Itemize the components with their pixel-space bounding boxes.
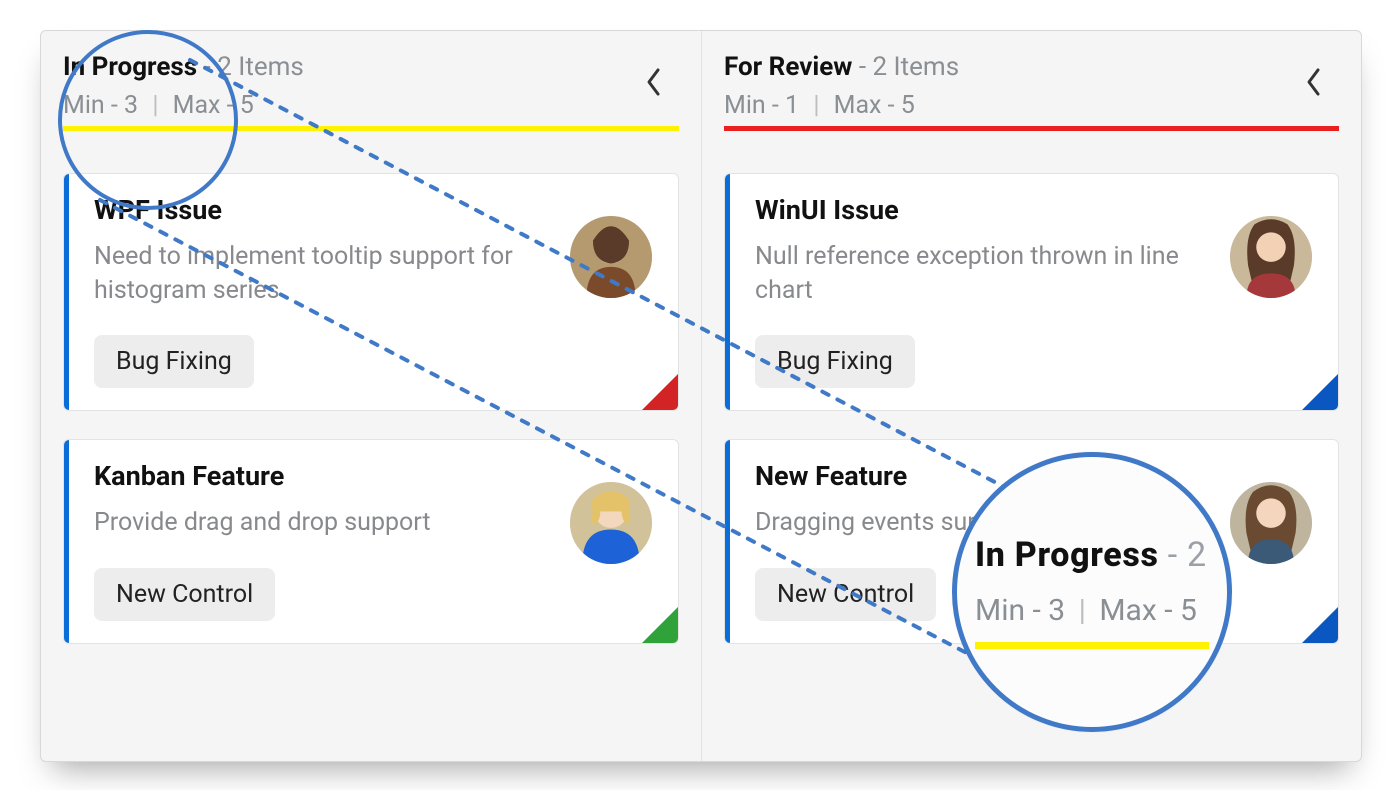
column-in-progress: In Progress - 2 Items Min - 3 | Max - 5	[41, 31, 701, 761]
column-count-sep: -	[204, 52, 218, 82]
card-title: WPF Issue	[94, 194, 654, 226]
assignee-avatar[interactable]	[1230, 216, 1312, 298]
limits-sep: |	[152, 91, 158, 120]
kanban-card[interactable]: Kanban Feature Provide drag and drop sup…	[63, 439, 679, 644]
column-accent-bar	[63, 126, 679, 131]
column-header: For Review - 2 Items Min - 1 | Max - 5	[724, 51, 1339, 145]
callout-max-label: Max	[1099, 593, 1156, 628]
column-accent-bar	[724, 126, 1339, 131]
max-value: 5	[901, 91, 915, 120]
collapse-column-button[interactable]	[637, 65, 671, 99]
min-value: 1	[785, 91, 799, 120]
card-tag-chip[interactable]: Bug Fixing	[755, 335, 915, 388]
chevron-left-icon	[644, 67, 664, 97]
card-title: Kanban Feature	[94, 460, 654, 492]
limits-sep: |	[813, 91, 819, 120]
callout-limits-row: Min - 3 | Max - 5	[975, 593, 1209, 628]
max-label: Max	[834, 91, 882, 120]
column-count-suffix: Items	[238, 52, 304, 82]
priority-indicator	[642, 607, 678, 643]
card-title: WinUI Issue	[755, 194, 1314, 226]
assignee-avatar[interactable]	[570, 482, 652, 564]
card-tag-chip[interactable]: New Control	[94, 568, 275, 621]
callout-max-value: 5	[1180, 593, 1197, 628]
card-accent-stripe	[64, 174, 69, 411]
max-label: Max	[173, 91, 221, 120]
min-value: 3	[124, 91, 138, 120]
kanban-card[interactable]: WinUI Issue Null reference exception thr…	[724, 173, 1339, 412]
card-accent-stripe	[725, 174, 730, 411]
column-title-row: In Progress - 2 Items	[63, 51, 679, 85]
card-tag-chip[interactable]: Bug Fixing	[94, 335, 254, 388]
callout-magnifier: In Progress - 2 Min - 3 | Max - 5	[952, 452, 1232, 732]
priority-indicator	[1302, 374, 1338, 410]
column-title: For Review	[724, 52, 852, 82]
kanban-card[interactable]: WPF Issue Need to implement tooltip supp…	[63, 173, 679, 412]
column-limits: Min - 1 | Max - 5	[724, 91, 1339, 120]
avatar-icon	[1230, 482, 1312, 564]
collapse-column-button[interactable]	[1297, 65, 1331, 99]
column-title: In Progress	[63, 52, 197, 82]
card-description: Need to implement tooltip support for hi…	[94, 240, 524, 308]
column-header: In Progress - 2 Items Min - 3 | Max - 5	[63, 51, 679, 145]
column-title-row: For Review - 2 Items	[724, 51, 1339, 85]
assignee-avatar[interactable]	[570, 216, 652, 298]
chevron-left-icon	[1304, 67, 1324, 97]
column-count: 2	[872, 52, 887, 82]
card-description: Null reference exception thrown in line …	[755, 240, 1185, 308]
callout-count: 2	[1187, 535, 1207, 575]
min-label: Min	[724, 91, 766, 120]
column-limits: Min - 3 | Max - 5	[63, 91, 679, 120]
assignee-avatar[interactable]	[1230, 482, 1312, 564]
avatar-icon	[570, 216, 652, 298]
card-accent-stripe	[64, 440, 69, 643]
column-count-suffix: Items	[894, 52, 960, 82]
avatar-icon	[570, 482, 652, 564]
callout-min-label: Min	[975, 593, 1025, 628]
card-accent-stripe	[725, 440, 730, 643]
priority-indicator	[1302, 607, 1338, 643]
callout-accent-bar	[975, 642, 1209, 649]
card-tag-chip[interactable]: New Control	[755, 568, 936, 621]
callout-title-row: In Progress - 2	[975, 535, 1209, 575]
max-value: 5	[240, 91, 254, 120]
card-description: Provide drag and drop support	[94, 506, 524, 540]
priority-indicator	[642, 374, 678, 410]
callout-min-value: 3	[1048, 593, 1065, 628]
min-label: Min	[63, 91, 105, 120]
callout-title: In Progress	[975, 535, 1159, 575]
column-count: 2	[217, 52, 232, 82]
avatar-icon	[1230, 216, 1312, 298]
